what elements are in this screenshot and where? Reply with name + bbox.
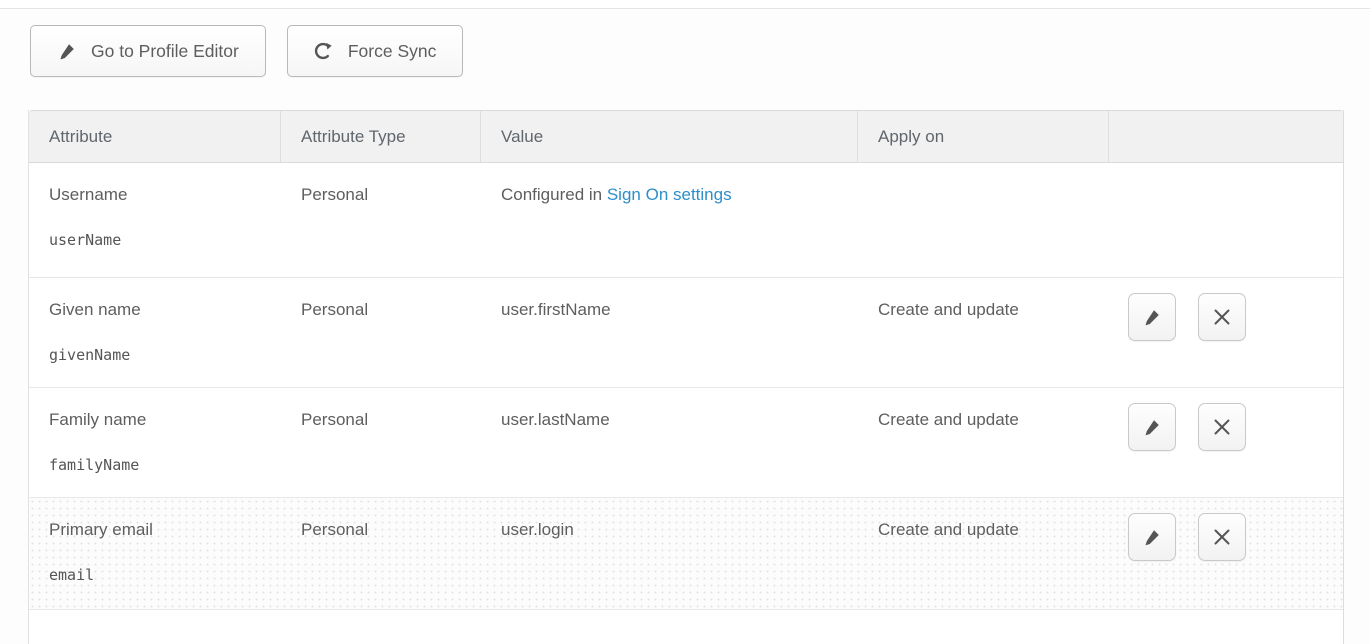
delete-x-icon — [1212, 307, 1232, 327]
apply-on-cell: Create and update — [858, 278, 1109, 387]
table-empty-area — [29, 610, 1343, 644]
sign-on-settings-link[interactable]: Sign On settings — [607, 185, 732, 204]
table-row: Given name givenName Personal user.first… — [29, 278, 1343, 388]
value-cell: user.login — [481, 498, 858, 609]
attribute-label: Given name — [49, 299, 271, 321]
go-to-profile-editor-label: Go to Profile Editor — [91, 41, 239, 62]
attribute-code: familyName — [49, 454, 271, 476]
delete-x-icon — [1212, 417, 1232, 437]
attribute-cell: Family name familyName — [29, 388, 281, 497]
table-row: Username userName Personal Configured in… — [29, 163, 1343, 278]
attribute-cell: Given name givenName — [29, 278, 281, 387]
edit-attribute-button[interactable] — [1128, 293, 1176, 341]
attribute-code: givenName — [49, 344, 271, 366]
delete-attribute-button[interactable] — [1198, 403, 1246, 451]
attribute-mapping-table: Attribute Attribute Type Value Apply on … — [28, 110, 1344, 644]
edit-pencil-icon — [1141, 306, 1163, 328]
value-text: Configured in — [501, 185, 607, 204]
actions-cell — [1109, 163, 1343, 277]
delete-attribute-button[interactable] — [1198, 293, 1246, 341]
value-cell: user.lastName — [481, 388, 858, 497]
value-cell: user.firstName — [481, 278, 858, 387]
column-header-attribute: Attribute — [29, 111, 281, 162]
attribute-cell: Primary email email — [29, 498, 281, 609]
attribute-label: Primary email — [49, 519, 271, 541]
apply-on-cell: Create and update — [858, 498, 1109, 609]
edit-pencil-icon — [1141, 416, 1163, 438]
column-header-attribute-type: Attribute Type — [281, 111, 481, 162]
column-header-apply-on: Apply on — [858, 111, 1109, 162]
actions-cell — [1109, 498, 1343, 609]
refresh-icon — [313, 40, 335, 62]
force-sync-button[interactable]: Force Sync — [287, 25, 464, 77]
top-divider — [0, 0, 1370, 9]
apply-on-cell: Create and update — [858, 388, 1109, 497]
attribute-label: Username — [49, 184, 271, 206]
edit-attribute-button[interactable] — [1128, 513, 1176, 561]
attribute-code: userName — [49, 229, 271, 251]
attribute-type-cell: Personal — [281, 278, 481, 387]
column-header-value: Value — [481, 111, 858, 162]
attribute-cell: Username userName — [29, 163, 281, 277]
table-row: Primary email email Personal user.login … — [29, 498, 1343, 610]
attribute-type-cell: Personal — [281, 163, 481, 277]
app-content: Go to Profile Editor Force Sync Attribut… — [0, 10, 1370, 644]
attribute-type-cell: Personal — [281, 498, 481, 609]
table-header-row: Attribute Attribute Type Value Apply on — [29, 110, 1343, 163]
column-header-actions — [1109, 111, 1343, 162]
actions-cell — [1109, 388, 1343, 497]
edit-pencil-icon — [1141, 526, 1163, 548]
pencil-icon — [56, 40, 78, 62]
value-cell: Configured in Sign On settings — [481, 163, 858, 277]
attribute-code: email — [49, 564, 271, 586]
toolbar: Go to Profile Editor Force Sync — [30, 25, 463, 77]
apply-on-cell — [858, 163, 1109, 277]
go-to-profile-editor-button[interactable]: Go to Profile Editor — [30, 25, 266, 77]
force-sync-label: Force Sync — [348, 41, 437, 62]
attribute-type-cell: Personal — [281, 388, 481, 497]
attribute-label: Family name — [49, 409, 271, 431]
table-row: Family name familyName Personal user.las… — [29, 388, 1343, 498]
delete-x-icon — [1212, 527, 1232, 547]
edit-attribute-button[interactable] — [1128, 403, 1176, 451]
delete-attribute-button[interactable] — [1198, 513, 1246, 561]
actions-cell — [1109, 278, 1343, 387]
